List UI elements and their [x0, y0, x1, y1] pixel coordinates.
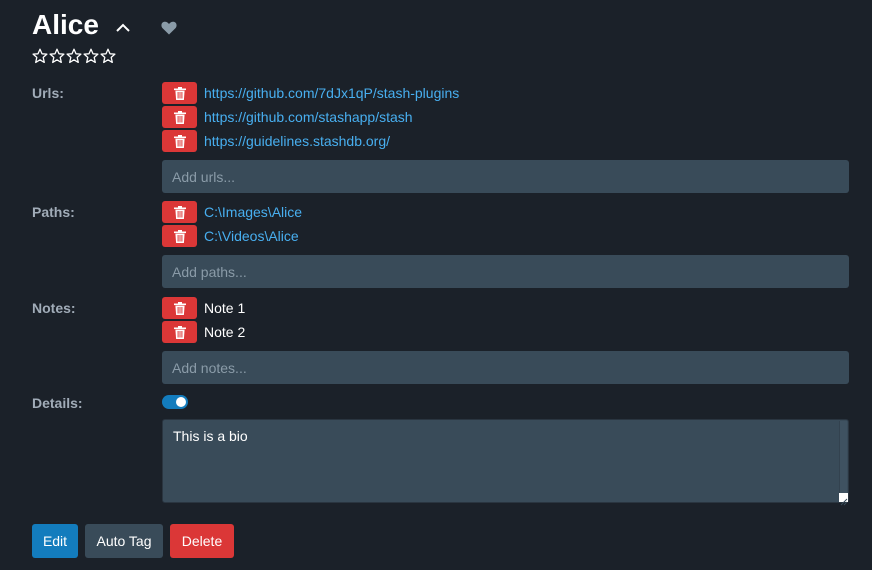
star-outline-icon[interactable] — [66, 48, 82, 64]
note-item: Note 1 — [162, 297, 245, 319]
remove-url-button[interactable] — [162, 82, 197, 104]
note-item: Note 2 — [162, 321, 245, 343]
add-paths-input[interactable] — [162, 255, 849, 288]
remove-path-button[interactable] — [162, 201, 197, 223]
remove-url-button[interactable] — [162, 130, 197, 152]
collapse-button[interactable] — [112, 16, 134, 38]
url-link[interactable]: https://guidelines.stashdb.org/ — [204, 133, 390, 149]
rating-stars — [32, 48, 116, 64]
heart-icon — [161, 21, 177, 35]
path-link[interactable]: C:\Videos\Alice — [204, 228, 299, 244]
url-item: https://github.com/7dJx1qP/stash-plugins — [162, 82, 459, 104]
urls-label: Urls: — [32, 85, 64, 101]
chevron-up-icon — [116, 23, 130, 32]
path-link[interactable]: C:\Images\Alice — [204, 204, 302, 220]
url-link[interactable]: https://github.com/stashapp/stash — [204, 109, 413, 125]
remove-url-button[interactable] — [162, 106, 197, 128]
edit-button[interactable]: Edit — [32, 524, 78, 558]
auto-tag-button[interactable]: Auto Tag — [85, 524, 163, 558]
page-title: Alice — [32, 9, 99, 40]
trash-icon — [173, 134, 186, 148]
toggle-knob — [176, 397, 186, 407]
remove-note-button[interactable] — [162, 297, 197, 319]
paths-label: Paths: — [32, 204, 75, 220]
performer-details-page: Alice Urls: https://github.com/7dJx1qP/s… — [0, 0, 872, 570]
path-item: C:\Images\Alice — [162, 201, 302, 223]
note-text: Note 1 — [204, 300, 246, 316]
details-toggle[interactable] — [162, 395, 188, 409]
star-outline-icon[interactable] — [32, 48, 48, 64]
trash-icon — [173, 325, 186, 339]
star-outline-icon[interactable] — [83, 48, 99, 64]
url-item: https://github.com/stashapp/stash — [162, 106, 413, 128]
add-urls-input[interactable] — [162, 160, 849, 193]
trash-icon — [173, 86, 186, 100]
delete-button[interactable]: Delete — [170, 524, 234, 558]
note-text: Note 2 — [204, 324, 246, 340]
favorite-button[interactable] — [159, 18, 179, 38]
notes-label: Notes: — [32, 300, 76, 316]
resize-handle-icon — [840, 498, 848, 506]
resize-grip-icon[interactable] — [839, 493, 848, 506]
details-label: Details: — [32, 395, 83, 411]
trash-icon — [173, 229, 186, 243]
star-outline-icon[interactable] — [49, 48, 65, 64]
add-notes-input[interactable] — [162, 351, 849, 384]
star-outline-icon[interactable] — [100, 48, 116, 64]
trash-icon — [173, 205, 186, 219]
trash-icon — [173, 301, 186, 315]
textarea-scrollbar[interactable] — [839, 421, 847, 501]
remove-note-button[interactable] — [162, 321, 197, 343]
path-item: C:\Videos\Alice — [162, 225, 299, 247]
remove-path-button[interactable] — [162, 225, 197, 247]
url-link[interactable]: https://github.com/7dJx1qP/stash-plugins — [204, 85, 459, 101]
details-textarea[interactable]: This is a bio — [162, 419, 849, 503]
trash-icon — [173, 110, 186, 124]
url-item: https://guidelines.stashdb.org/ — [162, 130, 390, 152]
